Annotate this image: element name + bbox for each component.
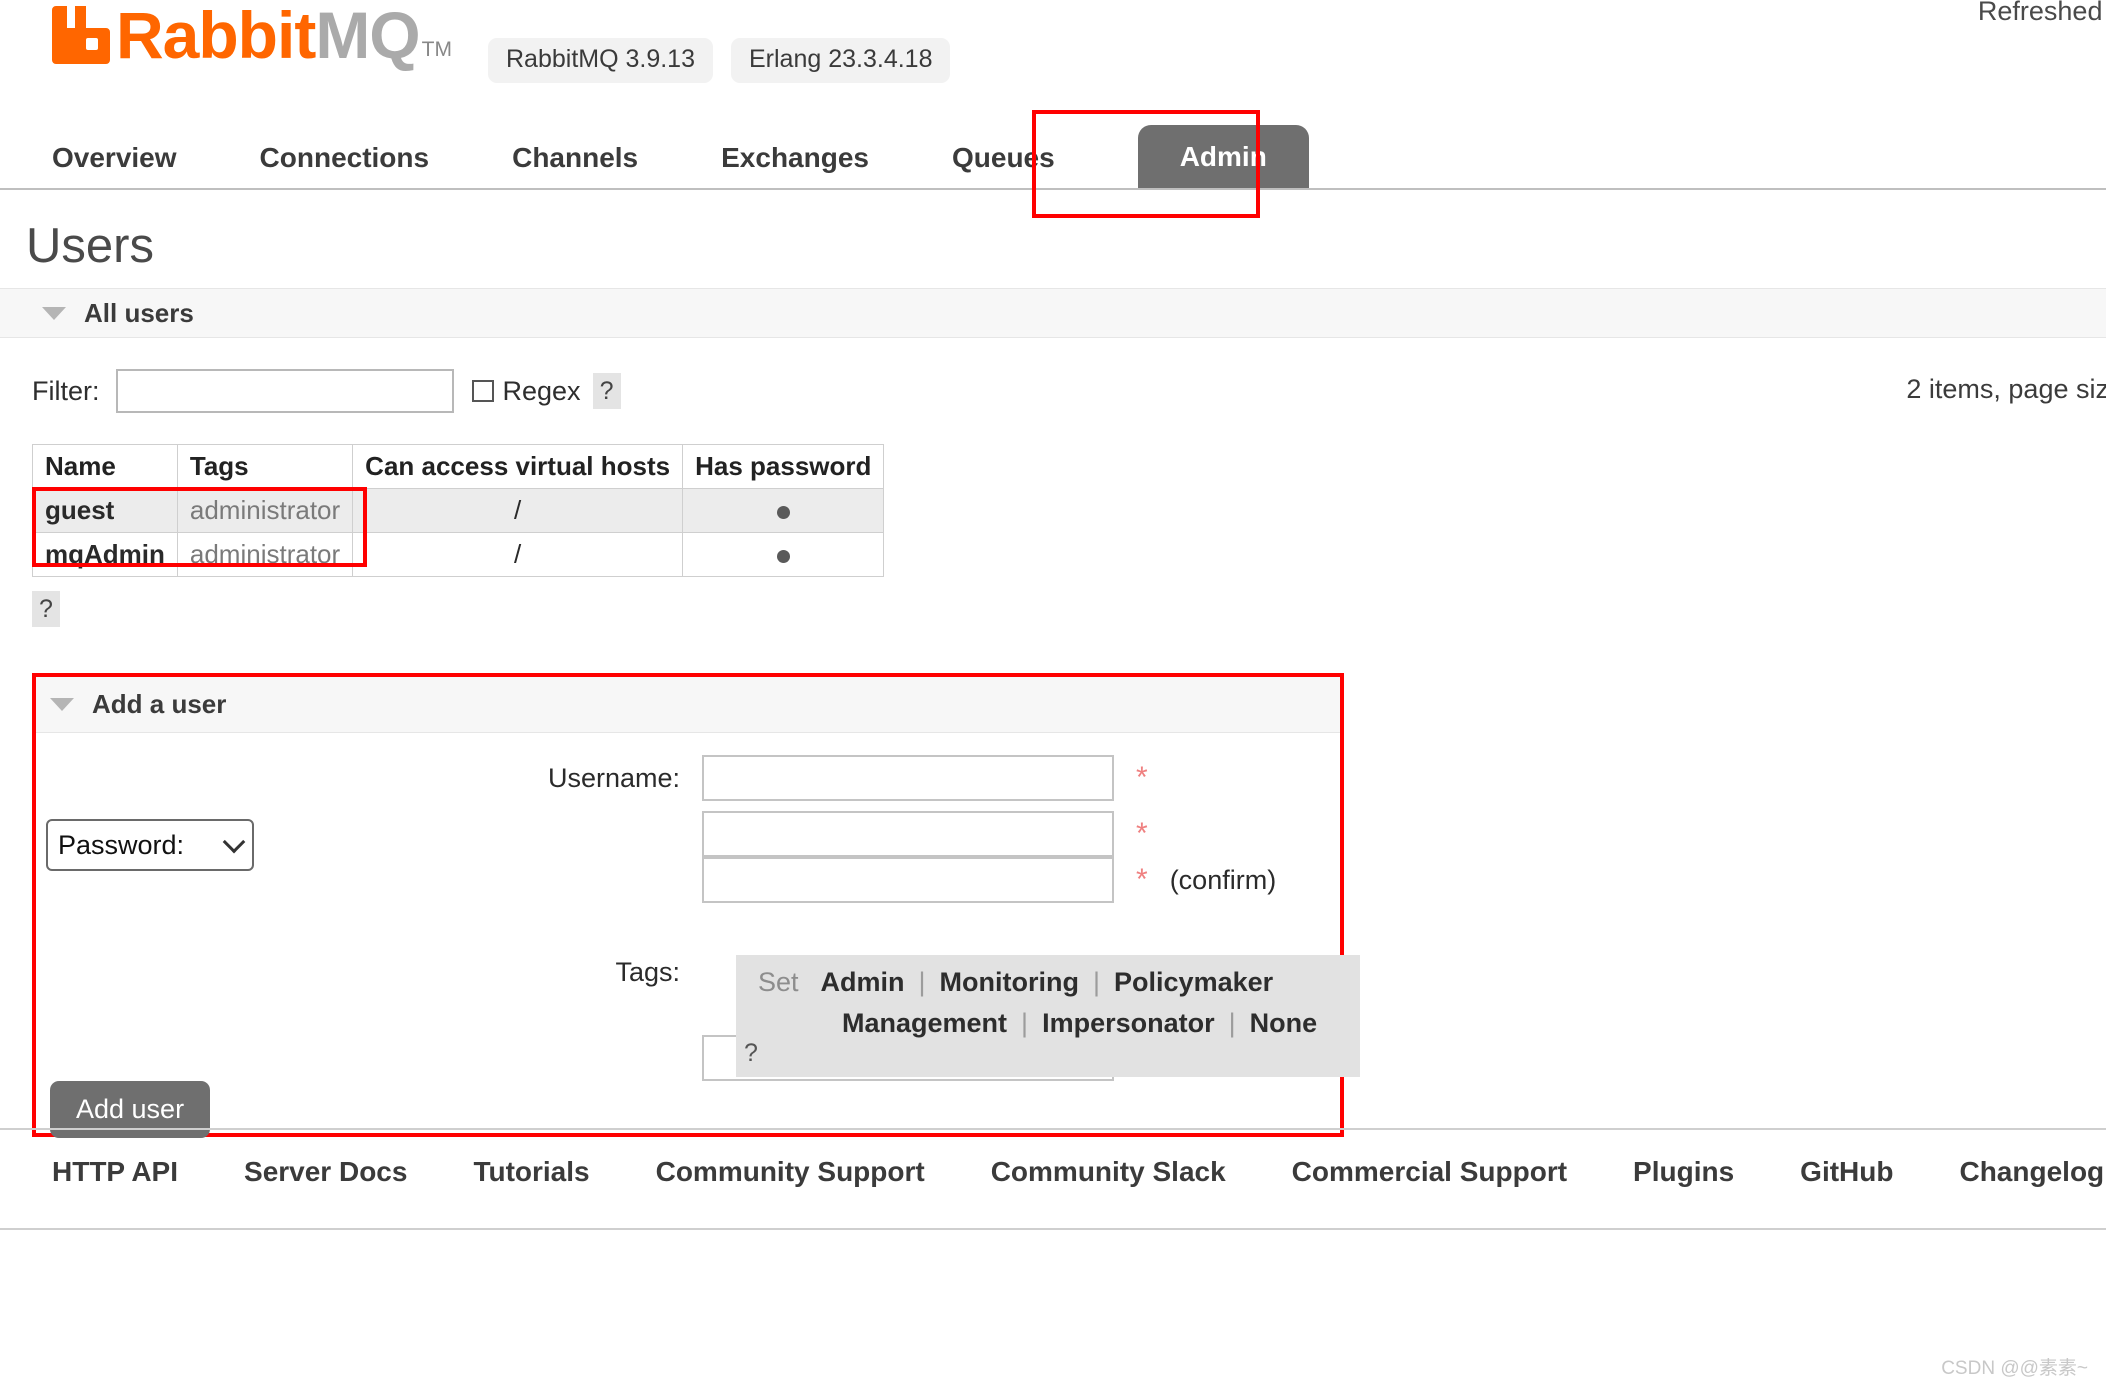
- tag-link-monitoring[interactable]: Monitoring: [940, 967, 1079, 998]
- regex-label: Regex: [502, 375, 581, 406]
- tags-row: Tags:: [36, 957, 680, 988]
- main-nav: Overview Connections Channels Exchanges …: [0, 118, 2106, 190]
- username-input[interactable]: [702, 755, 1114, 801]
- items-count-label: 2 items, page size: [1906, 374, 2106, 404]
- column-header-name: Name: [32, 444, 178, 489]
- footer-link-tutorials[interactable]: Tutorials: [473, 1156, 589, 1188]
- tag-link-admin[interactable]: Admin: [821, 967, 905, 998]
- cell-user-tags: administrator: [176, 532, 354, 577]
- all-users-section-header[interactable]: All users: [0, 288, 2106, 338]
- password-type-select[interactable]: Password:: [46, 819, 254, 871]
- page-header: RabbitMQ TM RabbitMQ 3.9.13 Erlang 23.3.…: [0, 0, 2106, 118]
- rabbit-logo-icon: [52, 6, 110, 64]
- cell-user-tags: administrator: [176, 488, 354, 533]
- password-confirm-input[interactable]: [702, 857, 1114, 903]
- password-type-row: Password:: [46, 819, 254, 871]
- password-required-mark: *: [1136, 817, 1148, 850]
- username-row: Username: *: [36, 755, 1148, 801]
- username-required-mark: *: [1136, 761, 1148, 794]
- password-row: *: [702, 811, 1148, 857]
- rabbitmq-version-pill: RabbitMQ 3.9.13: [488, 38, 713, 83]
- cell-user-has-password: [682, 532, 885, 577]
- username-label: Username:: [547, 762, 680, 793]
- tag-separator: |: [1021, 1008, 1029, 1038]
- has-password-dot-icon: [776, 549, 790, 563]
- tag-link-policymaker[interactable]: Policymaker: [1114, 967, 1273, 998]
- chevron-down-icon: [222, 830, 246, 854]
- filter-input[interactable]: [115, 369, 454, 413]
- tab-admin[interactable]: Admin: [1137, 125, 1309, 188]
- password-confirm-row: * (confirm): [702, 857, 1276, 903]
- cell-user-has-password: [682, 488, 885, 533]
- tag-separator: |: [1093, 967, 1101, 997]
- footer-link-github[interactable]: GitHub: [1800, 1156, 1893, 1188]
- cell-user-name[interactable]: mqAdmin: [32, 532, 178, 577]
- users-table-wrap: Name Tags Can access virtual hosts Has p…: [32, 444, 885, 577]
- password-input[interactable]: [702, 811, 1114, 857]
- password-confirm-note: (confirm): [1169, 864, 1277, 895]
- cell-user-vhosts: /: [352, 488, 684, 533]
- collapse-caret-icon[interactable]: [42, 306, 66, 320]
- footer-link-community-support[interactable]: Community Support: [656, 1156, 925, 1188]
- password-type-label: Password:: [58, 829, 185, 860]
- footer-link-changelog[interactable]: Changelog: [1959, 1156, 2104, 1188]
- add-user-annotation-box: Add a user Username: * Password: * * (co…: [32, 673, 1360, 1138]
- watermark: CSDN @@素素~: [1941, 1358, 2088, 1379]
- footer-link-server-docs[interactable]: Server Docs: [244, 1156, 407, 1188]
- tab-exchanges[interactable]: Exchanges: [721, 142, 869, 188]
- has-password-dot-icon: [776, 505, 790, 519]
- tag-separator: |: [1228, 1008, 1236, 1038]
- tags-preset-box: Set Admin | Monitoring | Policymaker Man…: [736, 955, 1360, 1077]
- footer-link-commercial-support[interactable]: Commercial Support: [1292, 1156, 1567, 1188]
- all-users-section-title: All users: [84, 297, 194, 328]
- password-confirm-required-mark: *: [1136, 863, 1148, 896]
- rabbitmq-management-page: RabbitMQ TM RabbitMQ 3.9.13 Erlang 23.3.…: [0, 0, 2106, 1390]
- footer-link-plugins[interactable]: Plugins: [1633, 1156, 1734, 1188]
- table-row[interactable]: guest administrator /: [32, 488, 885, 533]
- footer-link-http-api[interactable]: HTTP API: [52, 1156, 178, 1188]
- tags-label: Tags:: [615, 957, 680, 987]
- tab-channels[interactable]: Channels: [512, 142, 638, 188]
- rabbitmq-logo[interactable]: RabbitMQ TM: [52, 2, 452, 72]
- tag-link-none[interactable]: None: [1250, 1008, 1318, 1039]
- table-header-row: Name Tags Can access virtual hosts Has p…: [32, 444, 885, 489]
- tab-connections[interactable]: Connections: [260, 142, 430, 188]
- add-user-form: Username: * Password: * * (confirm) Tags…: [36, 733, 1360, 1138]
- logo-text-mq: MQ: [315, 0, 420, 72]
- add-user-section-header[interactable]: Add a user: [36, 677, 1340, 733]
- table-row[interactable]: mqAdmin administrator /: [32, 532, 885, 577]
- cell-user-name[interactable]: guest: [32, 488, 178, 533]
- users-table-help-wrap: ?: [32, 591, 2106, 627]
- users-table: Name Tags Can access virtual hosts Has p…: [32, 444, 885, 577]
- logo-trademark: TM: [421, 38, 452, 61]
- users-table-help-icon[interactable]: ?: [32, 591, 60, 627]
- tag-separator: |: [918, 967, 926, 997]
- erlang-version-pill: Erlang 23.3.4.18: [731, 38, 951, 83]
- filter-label: Filter:: [32, 375, 100, 406]
- footer-divider: [0, 1228, 2106, 1230]
- cell-user-vhosts: /: [352, 532, 684, 577]
- column-header-vhosts: Can access virtual hosts: [352, 444, 684, 489]
- version-pills: RabbitMQ 3.9.13 Erlang 23.3.4.18: [488, 38, 951, 83]
- collapse-caret-icon[interactable]: [50, 698, 74, 711]
- tags-help-icon[interactable]: ?: [744, 1039, 758, 1068]
- regex-checkbox[interactable]: [471, 380, 494, 402]
- column-header-tags: Tags: [176, 444, 354, 489]
- column-header-has-password: Has password: [682, 444, 885, 489]
- filter-row: Filter: Regex ? 2 items, page size: [32, 366, 2106, 416]
- tab-queues[interactable]: Queues: [952, 142, 1055, 188]
- tag-link-management[interactable]: Management: [842, 1008, 1007, 1039]
- regex-help-icon[interactable]: ?: [592, 373, 621, 409]
- footer-link-community-slack[interactable]: Community Slack: [991, 1156, 1226, 1188]
- logo-text-rabbit: Rabbit: [116, 0, 316, 72]
- tags-set-label: Set: [758, 967, 799, 997]
- add-user-section-title: Add a user: [92, 689, 227, 719]
- page-footer: HTTP API Server Docs Tutorials Community…: [0, 1128, 2106, 1188]
- page-title: Users: [26, 219, 154, 273]
- tab-overview[interactable]: Overview: [52, 142, 177, 188]
- tag-link-impersonator[interactable]: Impersonator: [1042, 1008, 1215, 1039]
- refreshed-timestamp: Refreshed 20: [1977, 0, 2106, 26]
